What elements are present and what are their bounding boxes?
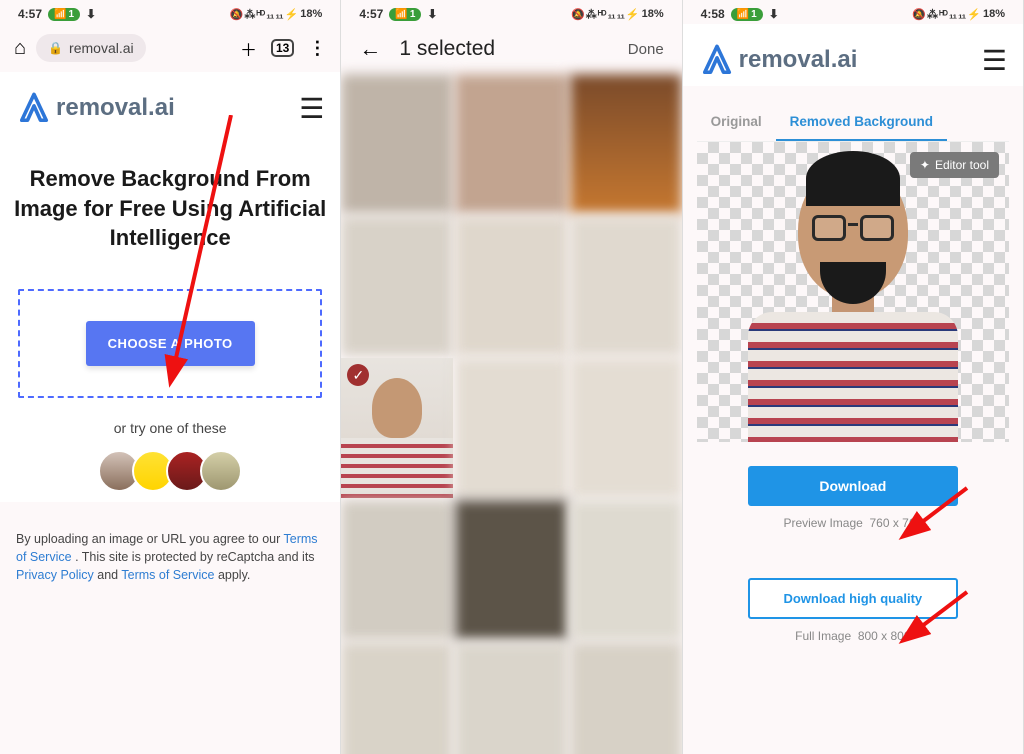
phone-screen-3: 4:58 📶 1 ⬇ 🔕 ⁂ ᴴᴰ ₁₁ ₁₁ ⚡ 18% removal.ai… xyxy=(683,0,1024,754)
gallery-thumb-selected[interactable]: ✓ xyxy=(341,358,453,498)
status-icons: 🔕 ⁂ ᴴᴰ ₁₁ ₁₁ ⚡ xyxy=(912,8,980,21)
selection-count: 1 selected xyxy=(399,37,495,61)
site-header: removal.ai ☰ xyxy=(683,24,1023,86)
checkmark-icon: ✓ xyxy=(347,364,369,386)
brand-text: removal.ai xyxy=(56,94,175,122)
back-icon[interactable]: ← xyxy=(359,36,381,62)
notification-pill: 📶 1 xyxy=(48,8,80,21)
photo-gallery: ✓ xyxy=(341,74,681,754)
status-icons: 🔕 ⁂ ᴴᴰ ₁₁ ₁₁ ⚡ xyxy=(230,8,298,21)
upload-dropzone[interactable]: CHOOSE A PHOTO xyxy=(18,289,322,398)
url-text: removal.ai xyxy=(69,40,134,56)
battery-percent: 18% xyxy=(642,8,664,20)
tab-count[interactable]: 13 xyxy=(271,39,294,57)
download-button[interactable]: Download xyxy=(748,466,958,506)
status-icons: 🔕 ⁂ ᴴᴰ ₁₁ ₁₁ ⚡ xyxy=(571,8,639,21)
notification-pill: 📶 1 xyxy=(731,8,763,21)
result-tabs: Original Removed Background xyxy=(697,104,1009,142)
download-icon: ⬇ xyxy=(769,7,779,21)
browser-toolbar: ⌂ 🔒 removal.ai ＋ 13 ⋮ xyxy=(0,24,340,72)
choose-photo-button[interactable]: CHOOSE A PHOTO xyxy=(86,321,255,366)
phone-screen-2: 4:57 📶 1 ⬇ 🔕 ⁂ ᴴᴰ ₁₁ ₁₁ ⚡ 18% ← 1 select… xyxy=(341,0,682,754)
done-button[interactable]: Done xyxy=(628,41,664,58)
brand-text: removal.ai xyxy=(739,46,858,74)
gallery-thumb[interactable] xyxy=(341,74,453,214)
brand-logo[interactable]: removal.ai xyxy=(699,42,858,78)
terms-link-2[interactable]: Terms of Service xyxy=(121,568,214,582)
results-panel: Original Removed Background ✦ Editor too… xyxy=(683,86,1023,685)
gallery-thumb[interactable] xyxy=(455,500,567,640)
status-bar: 4:57 📶 1 ⬇ 🔕 ⁂ ᴴᴰ ₁₁ ₁₁ ⚡ 18% xyxy=(341,0,681,24)
site-header: removal.ai ☰ xyxy=(0,72,340,134)
privacy-link[interactable]: Privacy Policy xyxy=(16,568,94,582)
clock: 4:57 xyxy=(18,7,42,21)
gallery-thumb[interactable] xyxy=(341,500,453,640)
phone-screen-1: 4:57 📶 1 ⬇ 🔕 ⁂ ᴴᴰ ₁₁ ₁₁ ⚡ 18% ⌂ 🔒 remova… xyxy=(0,0,341,754)
cutout-image xyxy=(748,163,958,442)
picker-header: ← 1 selected Done xyxy=(341,24,681,74)
gallery-thumb[interactable] xyxy=(341,642,453,754)
or-try-label: or try one of these xyxy=(14,420,326,436)
legal-text: By uploading an image or URL you agree t… xyxy=(0,502,340,612)
clock: 4:57 xyxy=(359,7,383,21)
logo-mark-icon xyxy=(16,90,52,126)
home-icon[interactable]: ⌂ xyxy=(14,37,26,60)
gallery-thumb[interactable] xyxy=(341,216,453,356)
notification-pill: 📶 1 xyxy=(389,8,421,21)
gallery-thumb[interactable] xyxy=(570,74,682,214)
hamburger-menu-icon[interactable]: ☰ xyxy=(982,44,1007,77)
download-hq-button[interactable]: Download high quality xyxy=(748,578,958,619)
preview-info: Preview Image 760 x 760 xyxy=(707,516,999,530)
logo-mark-icon xyxy=(699,42,735,78)
download-icon: ⬇ xyxy=(427,7,437,21)
tab-removed-background[interactable]: Removed Background xyxy=(776,104,947,141)
gallery-thumb[interactable] xyxy=(570,358,682,498)
new-tab-icon[interactable]: ＋ xyxy=(240,36,257,61)
hamburger-menu-icon[interactable]: ☰ xyxy=(299,92,324,125)
battery-percent: 18% xyxy=(300,8,322,20)
hero-title: Remove Background From Image for Free Us… xyxy=(14,164,326,253)
tab-original[interactable]: Original xyxy=(697,104,776,141)
status-bar: 4:58 📶 1 ⬇ 🔕 ⁂ ᴴᴰ ₁₁ ₁₁ ⚡ 18% xyxy=(683,0,1023,24)
sample-images xyxy=(14,450,326,492)
download-icon: ⬇ xyxy=(86,7,96,21)
hero-section: Remove Background From Image for Free Us… xyxy=(0,134,340,502)
url-bar[interactable]: 🔒 removal.ai xyxy=(36,34,146,62)
gallery-thumb[interactable] xyxy=(455,74,567,214)
gallery-thumb[interactable] xyxy=(455,216,567,356)
gallery-thumb[interactable] xyxy=(570,216,682,356)
lock-icon: 🔒 xyxy=(48,41,63,55)
gallery-thumb[interactable] xyxy=(570,642,682,754)
gallery-thumb[interactable] xyxy=(455,642,567,754)
sample-thumb[interactable] xyxy=(200,450,242,492)
gallery-thumb[interactable] xyxy=(455,358,567,498)
status-bar: 4:57 📶 1 ⬇ 🔕 ⁂ ᴴᴰ ₁₁ ₁₁ ⚡ 18% xyxy=(0,0,340,24)
clock: 4:58 xyxy=(701,7,725,21)
brand-logo[interactable]: removal.ai xyxy=(16,90,175,126)
gallery-thumb[interactable] xyxy=(570,500,682,640)
more-icon[interactable]: ⋮ xyxy=(308,38,326,59)
full-info: Full Image 800 x 800 xyxy=(707,629,999,643)
result-preview: ✦ Editor tool xyxy=(697,142,1009,442)
battery-percent: 18% xyxy=(983,8,1005,20)
